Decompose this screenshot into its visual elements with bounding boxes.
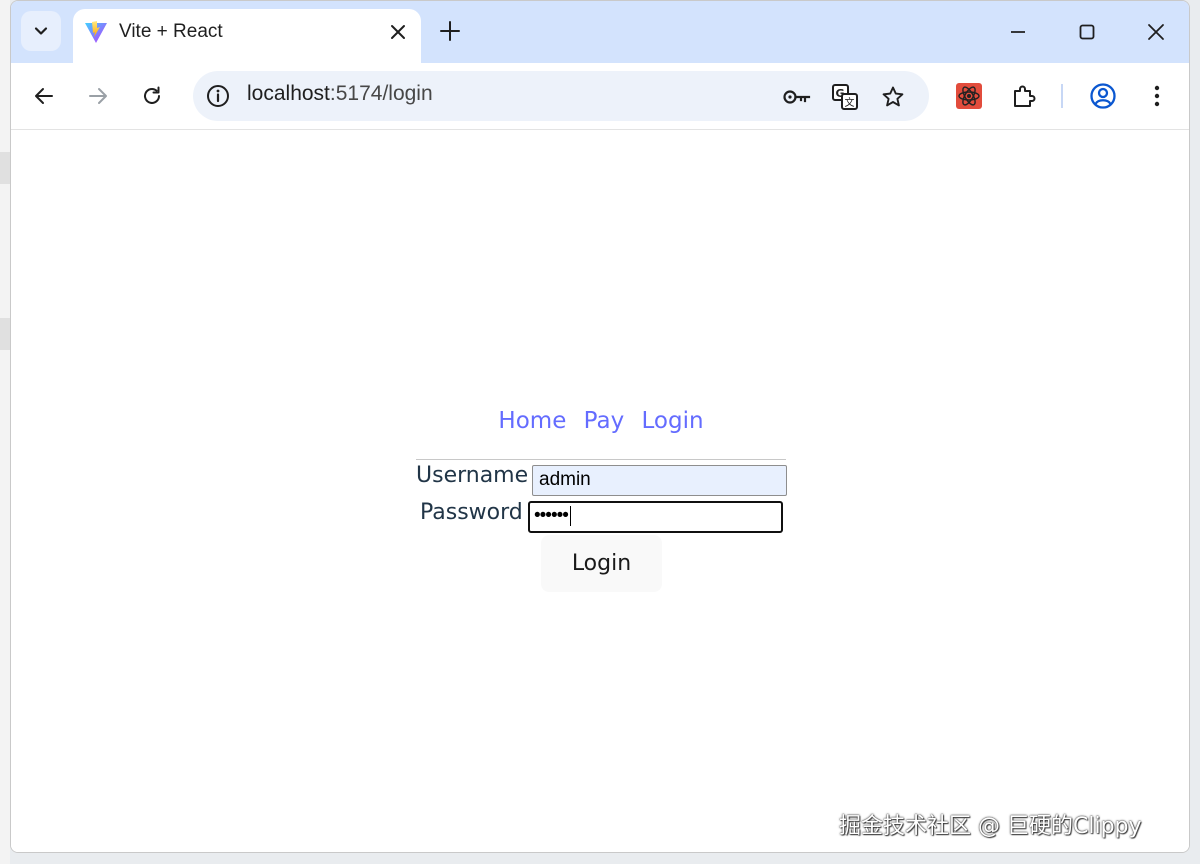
- watermark-text: 掘金技术社区 @ 巨硬的Clippy: [839, 814, 1142, 839]
- back-arrow-icon: [35, 88, 53, 104]
- extensions-button[interactable]: [1009, 81, 1039, 111]
- react-devtools-icon: [956, 83, 982, 109]
- close-icon: [1148, 24, 1164, 40]
- maximize-icon: [1079, 24, 1095, 40]
- url-host: localhost: [247, 82, 330, 105]
- translate-button[interactable]: G 文: [831, 83, 859, 111]
- password-label: Password: [420, 500, 523, 525]
- puzzle-icon: [1014, 85, 1036, 107]
- new-tab-icon[interactable]: [438, 19, 462, 43]
- tab-search-button[interactable]: [21, 11, 61, 51]
- key-icon: [783, 90, 811, 104]
- toolbar-separator: [1061, 84, 1063, 108]
- password-masked-value: ••••••: [534, 505, 569, 526]
- vite-logo-icon: [85, 21, 107, 43]
- svg-text:文: 文: [845, 96, 855, 109]
- tab-bar: Vite + React: [11, 1, 1189, 63]
- password-input[interactable]: ••••••: [528, 501, 783, 533]
- star-icon: [882, 86, 904, 107]
- more-vertical-icon: [1154, 85, 1160, 107]
- minimize-icon: [1011, 31, 1025, 33]
- url-path: :5174/login: [329, 82, 433, 105]
- text-caret: [569, 505, 571, 526]
- password-key-button[interactable]: [783, 83, 811, 111]
- site-info-icon[interactable]: [205, 83, 231, 109]
- close-tab-icon[interactable]: [387, 21, 409, 43]
- react-devtools-extension[interactable]: [954, 81, 984, 111]
- divider: [416, 459, 786, 460]
- app-nav: Home Pay Login: [11, 408, 1189, 434]
- profile-button[interactable]: [1088, 81, 1118, 111]
- background-mark: [0, 152, 10, 184]
- username-input[interactable]: admin: [532, 465, 787, 496]
- url-text[interactable]: localhost:5174/login: [247, 82, 433, 106]
- username-label: Username: [416, 463, 529, 488]
- nav-link-login[interactable]: Login: [642, 408, 704, 434]
- forward-button[interactable]: [83, 81, 113, 111]
- chevron-down-icon: [34, 27, 48, 35]
- nav-link-home[interactable]: Home: [498, 408, 566, 434]
- background-mark: [0, 318, 10, 350]
- forward-arrow-icon: [89, 88, 107, 104]
- minimize-button[interactable]: [1003, 17, 1033, 47]
- reload-icon: [144, 86, 160, 104]
- back-button[interactable]: [29, 81, 59, 111]
- bookmark-button[interactable]: [879, 83, 907, 111]
- browser-tab[interactable]: Vite + React: [73, 9, 421, 63]
- browser-toolbar: localhost:5174/login G 文: [11, 63, 1189, 130]
- reload-button[interactable]: [137, 81, 167, 111]
- address-bar[interactable]: localhost:5174/login G 文: [193, 71, 929, 121]
- browser-menu-button[interactable]: [1142, 81, 1172, 111]
- nav-link-pay[interactable]: Pay: [584, 408, 625, 434]
- translate-icon: G 文: [832, 84, 858, 110]
- page-content: Home Pay Login Username admin Password •…: [11, 130, 1189, 852]
- login-button[interactable]: Login: [541, 535, 662, 592]
- browser-window: Vite + React localhost:5174/login G 文 Ho…: [10, 0, 1190, 853]
- profile-icon: [1090, 83, 1116, 109]
- tab-title: Vite + React: [119, 21, 223, 42]
- background-window-strip: [0, 0, 10, 864]
- close-window-button[interactable]: [1141, 17, 1171, 47]
- maximize-button[interactable]: [1072, 17, 1102, 47]
